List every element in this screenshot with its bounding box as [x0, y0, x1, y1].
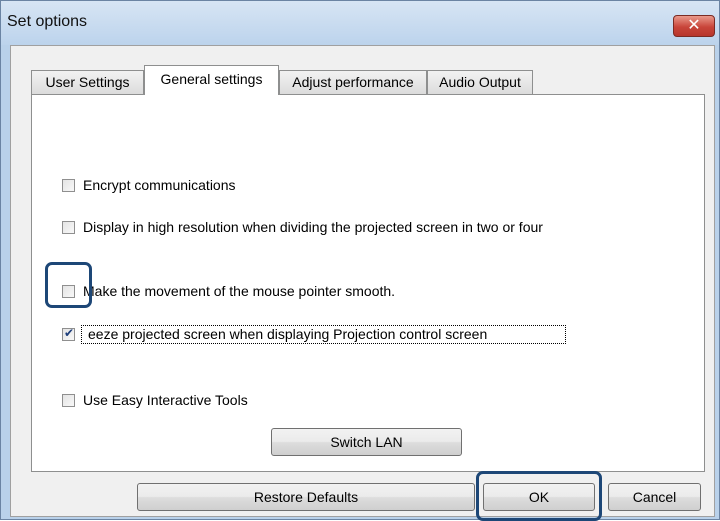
general-settings-panel: Encrypt communications Display in high r…	[31, 94, 705, 472]
close-button[interactable]: ✕	[673, 15, 715, 37]
checkbox-highlight-frame	[45, 262, 92, 308]
option-label: Display in high resolution when dividing…	[83, 219, 543, 235]
encrypt-communications-checkbox[interactable]	[62, 179, 75, 192]
tab-adjust-performance[interactable]: Adjust performance	[279, 70, 427, 94]
freeze-projected-screen-checkbox[interactable]: ✔	[62, 326, 75, 341]
button-label: Cancel	[632, 489, 677, 505]
restore-defaults-button[interactable]: Restore Defaults	[137, 483, 475, 511]
tab-label: General settings	[160, 71, 263, 87]
checkmark-icon: ✔	[64, 326, 75, 340]
easy-interactive-tools-checkbox[interactable]	[62, 394, 75, 407]
option-label: Make the movement of the mouse pointer s…	[83, 283, 396, 299]
switch-lan-button[interactable]: Switch LAN	[271, 428, 462, 456]
button-label: Switch LAN	[330, 434, 403, 450]
button-label: Restore Defaults	[253, 489, 359, 505]
cancel-button[interactable]: Cancel	[608, 483, 701, 511]
window-title: Set options	[7, 13, 88, 30]
ok-highlight-frame	[476, 471, 602, 521]
tab-user-settings[interactable]: User Settings	[31, 70, 144, 94]
set-options-window: Set options ✕ User Settings General sett…	[0, 0, 720, 521]
option-label: Use Easy Interactive Tools	[83, 392, 248, 408]
tab-label: Audio Output	[439, 74, 521, 90]
close-icon: ✕	[687, 15, 701, 34]
option-label: eeze projected screen when displaying Pr…	[88, 326, 488, 342]
tab-label: Adjust performance	[292, 74, 414, 90]
dialog-body: User Settings General settings Adjust pe…	[10, 45, 715, 521]
high-resolution-checkbox[interactable]	[62, 221, 75, 234]
tab-general-settings[interactable]: General settings	[144, 65, 279, 95]
tab-label: User Settings	[45, 74, 130, 90]
tab-audio-output[interactable]: Audio Output	[427, 70, 533, 94]
title-bar[interactable]: Set options ✕	[1, 1, 719, 45]
option-label: Encrypt communications	[83, 177, 236, 193]
